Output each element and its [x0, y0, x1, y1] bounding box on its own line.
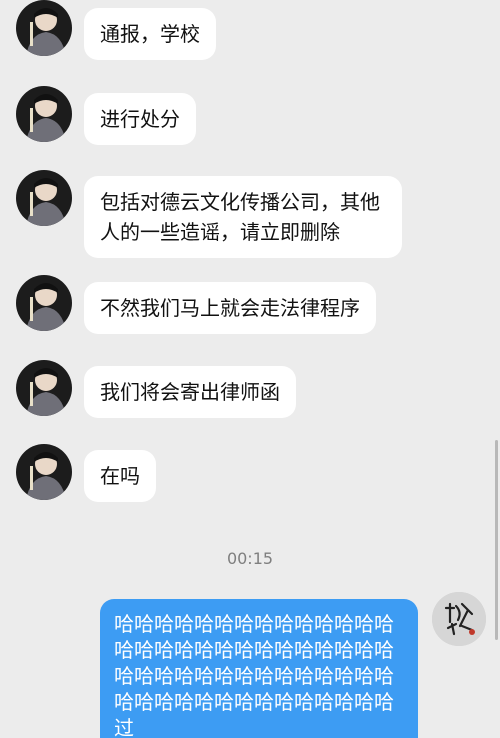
outgoing-message[interactable]: 哈哈哈哈哈哈哈哈哈哈哈哈哈哈哈哈哈哈哈哈哈哈哈哈哈哈哈哈哈哈哈哈哈哈哈哈哈哈哈哈… [100, 599, 418, 738]
scrollbar[interactable] [495, 440, 498, 640]
sender-avatar[interactable] [16, 275, 72, 331]
sender-avatar[interactable] [16, 360, 72, 416]
incoming-message[interactable]: 进行处分 [84, 93, 196, 145]
self-avatar[interactable] [432, 592, 486, 646]
incoming-message[interactable]: 在吗 [84, 450, 156, 502]
incoming-message[interactable]: 通报，学校 [84, 8, 216, 60]
sender-avatar[interactable] [16, 444, 72, 500]
sender-avatar[interactable] [16, 86, 72, 142]
sender-avatar[interactable] [16, 170, 72, 226]
timestamp: 00:15 [226, 549, 274, 568]
incoming-message[interactable]: 我们将会寄出律师函 [84, 366, 296, 418]
chat-window: 通报，学校 进行处分 包括对德云文化传播公司，其他人的一些造谣，请立即删除 不然… [0, 0, 500, 738]
incoming-message[interactable]: 包括对德云文化传播公司，其他人的一些造谣，请立即删除 [84, 176, 402, 258]
sender-avatar[interactable] [16, 0, 72, 56]
incoming-message[interactable]: 不然我们马上就会走法律程序 [84, 282, 376, 334]
